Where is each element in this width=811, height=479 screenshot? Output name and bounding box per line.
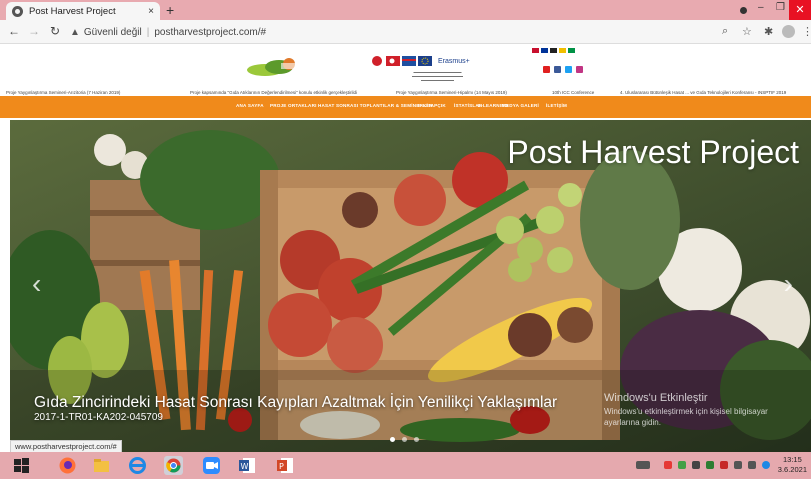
- bookmark-star-icon[interactable]: ☆: [742, 25, 752, 38]
- slider-dots: [390, 437, 419, 442]
- lang-flag-en-icon[interactable]: [541, 48, 548, 53]
- tray-app-icon[interactable]: [762, 461, 770, 469]
- slider-next-icon[interactable]: ›: [784, 268, 793, 300]
- clock-date: 3.6.2021: [777, 465, 807, 474]
- instagram-icon[interactable]: [576, 66, 583, 73]
- forward-icon[interactable]: →: [28, 24, 40, 38]
- nav-item-contact[interactable]: İLETİŞİM: [546, 103, 567, 108]
- tab-close-icon[interactable]: ×: [148, 6, 154, 17]
- erasmus-disclaimer: ▬▬▬▬▬▬▬▬▬▬▬▬▬▬▬▬ ▬▬▬▬▬▬▬▬▬▬▬▬▬▬▬▬▬ ▬▬▬▬▬▬▬…: [412, 70, 463, 82]
- menu-icon[interactable]: ⋮: [802, 25, 811, 38]
- turkey-emblem-icon: [372, 56, 382, 66]
- back-icon[interactable]: ←: [8, 24, 20, 38]
- tray-app-icon[interactable]: [706, 461, 714, 469]
- url-text: postharvestproject.com/#: [154, 26, 267, 38]
- facebook-icon[interactable]: [554, 66, 561, 73]
- record-indicator-icon: [740, 7, 747, 14]
- browser-tab-strip: Post Harvest Project × + – ❐ ✕: [0, 0, 811, 20]
- new-tab-button[interactable]: +: [166, 2, 174, 18]
- taskbar-clock[interactable]: 13:15 3.6.2021: [778, 455, 807, 475]
- youtube-icon[interactable]: [543, 66, 550, 73]
- watermark-text: Windows'u etkinleştirmek için kişisel bi…: [604, 407, 768, 427]
- hero-title: Post Harvest Project: [507, 134, 799, 170]
- erasmus-label: Erasmus+: [438, 57, 470, 65]
- slider-dot[interactable]: [414, 437, 419, 442]
- signal-icon[interactable]: [748, 461, 756, 469]
- profile-avatar[interactable]: [782, 25, 795, 38]
- keyboard-icon[interactable]: [636, 461, 650, 469]
- news-ticker: Proje Yaygınlaştırma Semineri-Arızitoria…: [0, 88, 811, 96]
- lang-flag-it-icon[interactable]: [568, 48, 575, 53]
- word-icon[interactable]: W: [238, 456, 257, 475]
- browser-tab[interactable]: Post Harvest Project ×: [6, 2, 160, 20]
- site-header: Erasmus+ ▬▬▬▬▬▬▬▬▬▬▬▬▬▬▬▬ ▬▬▬▬▬▬▬▬▬▬▬▬▬▬▬…: [0, 44, 811, 95]
- site-favicon-icon: [12, 5, 23, 17]
- nav-item-ebooklet[interactable]: E-KİTAPÇIK: [418, 103, 446, 108]
- tray-app-icon[interactable]: [664, 461, 672, 469]
- lang-flag-de-icon[interactable]: [550, 48, 557, 53]
- lang-flag-es-icon[interactable]: [559, 48, 566, 53]
- tray-app-icon[interactable]: [720, 461, 728, 469]
- slider-prev-icon[interactable]: ‹: [32, 268, 41, 300]
- slider-dot[interactable]: [402, 437, 407, 442]
- language-selector[interactable]: [532, 48, 575, 53]
- nav-item-media-gallery[interactable]: MEDYA GALERİ: [502, 103, 539, 108]
- browser-toolbar: ← → ↻ ▲ Güvenli değil | postharvestproje…: [0, 20, 811, 44]
- news-item[interactable]: 10th ICC Conference: [552, 90, 594, 95]
- watermark-title: Windows'u Etkinleştir: [604, 392, 708, 404]
- turkey-flag-icon: [386, 56, 400, 66]
- hero-headline: Gıda Zincirindeki Hasat Sonrası Kayıplar…: [34, 394, 558, 411]
- firefox-icon[interactable]: [58, 456, 77, 475]
- news-item[interactable]: Proje Yaygınlaştırma Semineri-Hipalmı (1…: [396, 90, 507, 95]
- address-bar[interactable]: ▲ Güvenli değil | postharvestproject.com…: [70, 23, 760, 41]
- window-close-icon[interactable]: ✕: [789, 0, 811, 20]
- address-separator: |: [146, 26, 150, 38]
- lang-flag-tr-icon[interactable]: [532, 48, 539, 53]
- svg-text:P: P: [279, 462, 284, 471]
- clock-time: 13:15: [783, 455, 802, 464]
- eu-flag-icon: [418, 56, 432, 66]
- tray-app-icon[interactable]: [678, 461, 686, 469]
- windows-taskbar: W P 13:15 3.6.2021: [0, 452, 811, 479]
- maximize-icon[interactable]: ❐: [776, 2, 785, 13]
- social-links: [543, 66, 583, 73]
- extensions-icon[interactable]: ✱: [764, 25, 773, 38]
- volume-icon[interactable]: [692, 461, 700, 469]
- erasmus-banner: Erasmus+: [370, 54, 480, 68]
- agency-logo-icon: [402, 56, 416, 66]
- windows-start-icon[interactable]: [12, 456, 31, 475]
- powerpoint-icon[interactable]: P: [276, 456, 295, 475]
- security-label: Güvenli değil: [83, 26, 142, 38]
- minimize-icon[interactable]: –: [758, 2, 764, 13]
- reload-icon[interactable]: ↻: [50, 24, 60, 38]
- nav-item-home[interactable]: ANA SAYFA: [236, 103, 264, 108]
- twitter-icon[interactable]: [565, 66, 572, 73]
- news-item[interactable]: Proje Yaygınlaştırma Semineri-Arızitoria…: [6, 90, 120, 95]
- main-navigation: ANA SAYFA PROJE ORTAKLARI HASAT SONRASI …: [0, 96, 811, 118]
- network-icon[interactable]: [734, 461, 742, 469]
- news-item[interactable]: 4. Uluslararası Bütünleşik Hasat ... ve …: [620, 90, 786, 95]
- chrome-icon[interactable]: [164, 456, 183, 475]
- nav-item-partners[interactable]: PROJE ORTAKLARI: [270, 103, 317, 108]
- nav-item-meetings[interactable]: HASAT SONRASI TOPLANTILAR & SEMİNERLER: [318, 103, 433, 108]
- slider-dot[interactable]: [390, 437, 395, 442]
- project-code: 2017-1-TR01-KA202-045709: [34, 412, 163, 423]
- php-logo-icon[interactable]: [245, 54, 303, 78]
- file-explorer-icon[interactable]: [92, 456, 111, 475]
- news-item[interactable]: Proje kapsamında "Gıda Atıklarının Değer…: [190, 90, 357, 95]
- windows-activation-watermark: Windows'u Etkinleştir Windows'u etkinleş…: [604, 392, 804, 428]
- svg-text:W: W: [241, 462, 249, 471]
- zoom-icon[interactable]: ⌕: [722, 25, 728, 38]
- zoom-app-icon[interactable]: [202, 456, 221, 475]
- tab-title: Post Harvest Project: [29, 5, 116, 17]
- warning-icon: ▲: [70, 26, 80, 38]
- hero-slider: Post Harvest Project ‹ › Gıda Zincirinde…: [10, 120, 811, 452]
- internet-explorer-icon[interactable]: [128, 456, 147, 475]
